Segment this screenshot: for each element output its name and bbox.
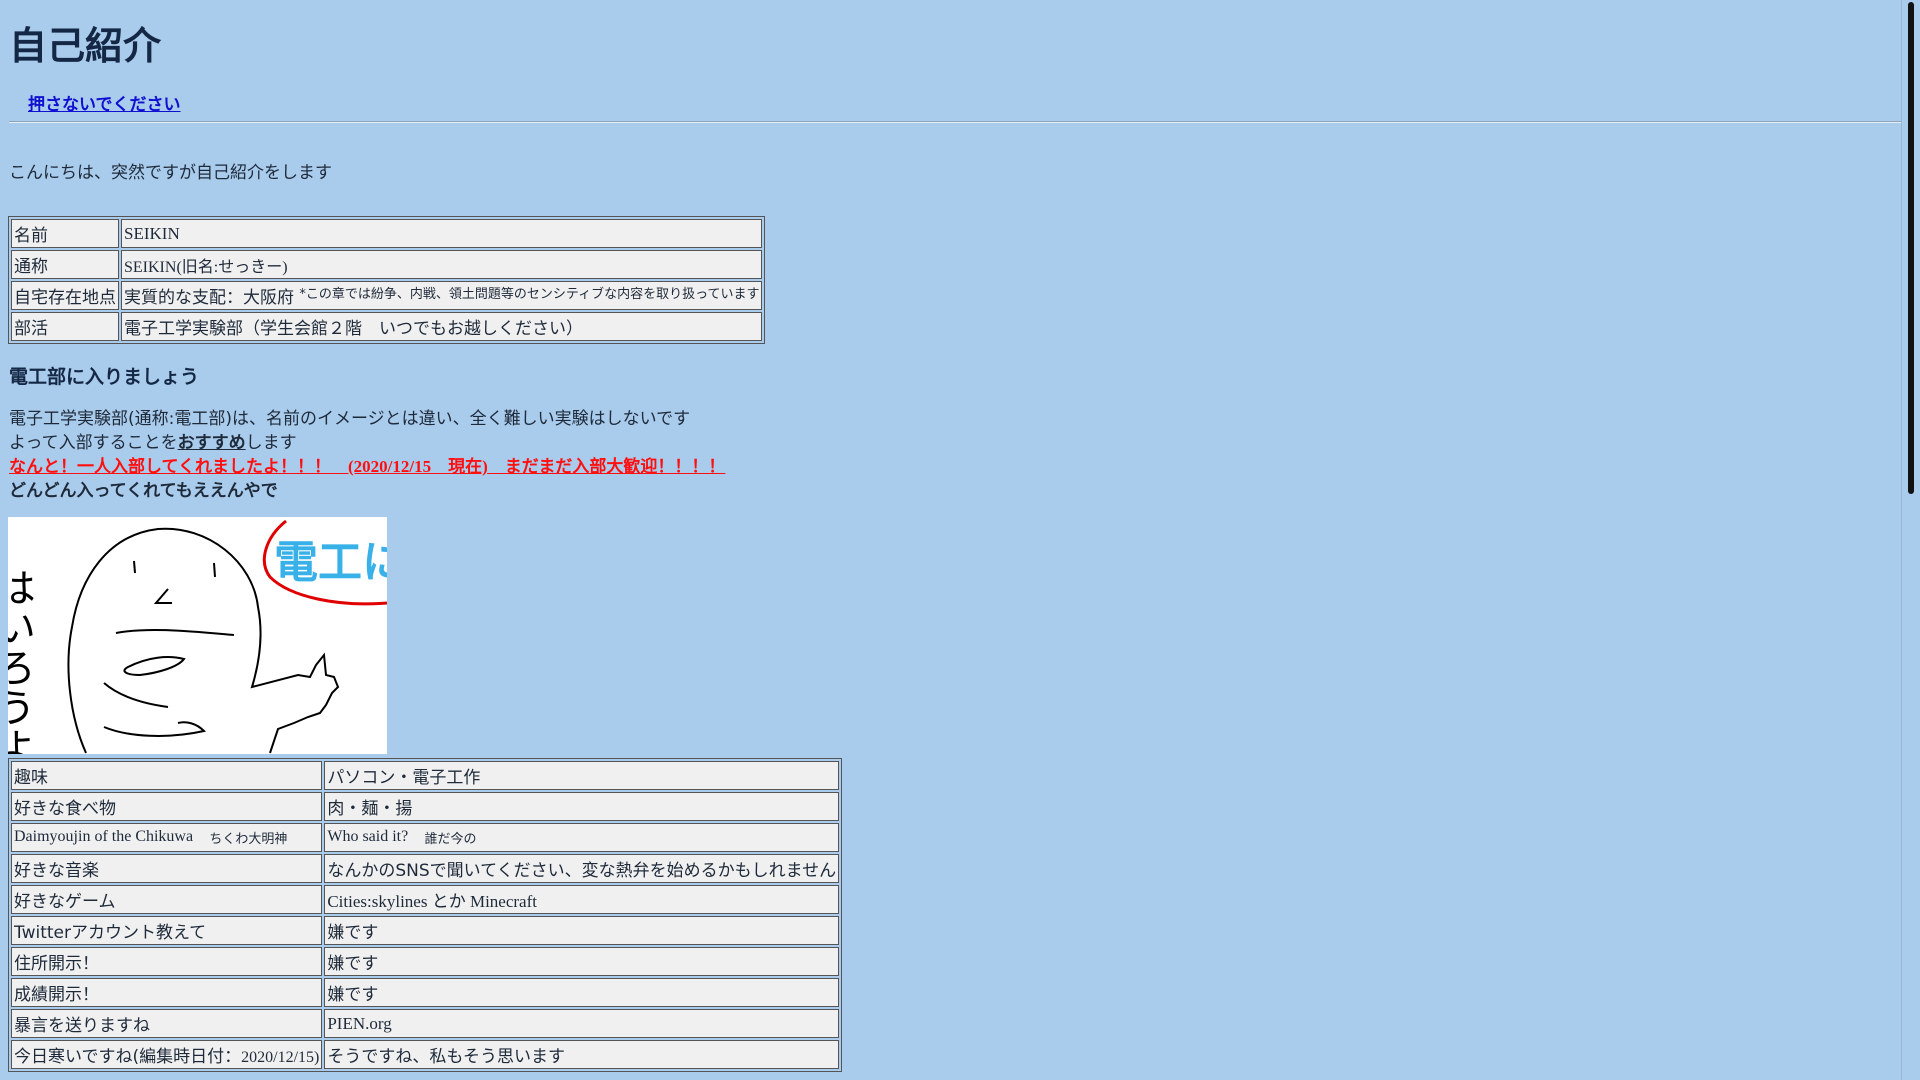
twitter-value: 嫌です: [324, 916, 840, 945]
grades-value: 嫌です: [324, 978, 840, 1007]
hobby-label: 趣味: [11, 761, 323, 790]
alert-date: (2020/12/15 現在): [347, 457, 488, 476]
recommend-text: よって入部することをおすすめします: [9, 431, 297, 455]
table-row: 好きな音楽 なんかのSNSで聞いてください、変な熱弁を始めるかもしれません: [11, 854, 840, 883]
table-row: Daimyoujin of the Chikuwa ちくわ大明神 Who sai…: [11, 823, 840, 852]
club-description: 電子工学実験部(通称:電工部)は、名前のイメージとは違い、全く難しい実験はしない…: [9, 409, 691, 429]
address-value: 嫌です: [324, 947, 840, 976]
table-row: 部活 電子工学実験部（学生会館２階 いつでもお越しください）: [11, 312, 763, 341]
twitter-label: Twitterアカウント教えて: [11, 916, 323, 945]
nose: [153, 588, 172, 604]
vertical-scrollbar[interactable]: [1901, 0, 1920, 1080]
scrollbar-thumb[interactable]: [1908, 2, 1914, 494]
food-label: 好きな食べ物: [11, 792, 323, 821]
profile-label-name: 名前: [11, 219, 119, 248]
hobby-table: 趣味 パソコン・電子工作 好きな食べ物 肉・麺・揚 Daimyoujin of …: [8, 758, 843, 1072]
music-label: 好きな音楽: [11, 854, 323, 883]
profile-value-nickname: SEIKIN(旧名:せっきー): [121, 250, 763, 279]
recommend-before: よって入部することを: [9, 433, 178, 453]
grades-label: 成績開示！: [11, 978, 323, 1007]
profile-label-club: 部活: [11, 312, 119, 341]
table-row: 暴言を送りますね PIEN.org: [11, 1009, 840, 1038]
table-row: 今日寒いですね(編集時日付：2020/12/15) そうですね、私もそう思います: [11, 1040, 840, 1069]
hand: [123, 656, 186, 677]
recommend-after: します: [245, 433, 297, 453]
drawing-svg: 電工に はいろうよ: [8, 519, 387, 754]
page-title: 自己紹介: [9, 24, 162, 68]
cold-date: 2020/12/15): [241, 1049, 320, 1066]
eye-left: [133, 560, 136, 574]
section-heading: 電工部に入りましょう: [9, 366, 200, 388]
who-said-small: 誰だ今の: [424, 831, 477, 847]
dont-push-link[interactable]: 押さないでください: [28, 90, 181, 115]
food-value: 肉・麺・揚: [324, 792, 840, 821]
new-member-alert: なんと！一人入部してくれましたよ！！！ (2020/12/15 現在) まだまだ…: [9, 455, 725, 479]
arm-line: [103, 682, 169, 708]
hobby-value: パソコン・電子工作: [324, 761, 840, 790]
chikuwa-label: Daimyoujin of the Chikuwa ちくわ大明神: [11, 823, 323, 852]
profile-table: 名前 SEIKIN 通称 SEIKIN(旧名:せっきー) 自宅存在地点 実質的な…: [8, 216, 766, 344]
alert-text-a: なんと！一人入部してくれましたよ！！！: [9, 457, 348, 477]
table-row: 通称 SEIKIN(旧名:せっきー): [11, 250, 763, 279]
table-row: 好きなゲーム Cities:skylines とか Minecraft: [11, 885, 840, 914]
table-row: 自宅存在地点 実質的な支配：大阪府 *この章では紛争、内戦、領土問題等のセンシテ…: [11, 281, 763, 310]
who-said-text: Who said it?: [327, 827, 409, 845]
table-row: 成績開示！ 嫌です: [11, 978, 840, 1007]
profile-value-name: SEIKIN: [121, 219, 763, 248]
chikuwa-value: Who said it? 誰だ今の: [324, 823, 840, 852]
home-text: 実質的な支配：大阪府: [124, 288, 294, 308]
table-row: 住所開示！ 嫌です: [11, 947, 840, 976]
table-row: 好きな食べ物 肉・麺・揚: [11, 792, 840, 821]
abuse-label: 暴言を送りますね: [11, 1009, 323, 1038]
chikuwa-text: Daimyoujin of the Chikuwa: [14, 827, 194, 845]
mouth: [115, 628, 235, 636]
profile-label-home: 自宅存在地点: [11, 281, 119, 310]
page: 自己紹介 押さないでください こんにちは、突然ですが自己紹介をします 名前 SE…: [0, 0, 1901, 1080]
intro-text: こんにちは、突然ですが自己紹介をします: [9, 163, 332, 183]
cold-text: 今日寒いですね(編集時日付：: [14, 1047, 242, 1067]
lower-hand: [103, 721, 206, 737]
game-value: Cities:skylines とか Minecraft: [324, 885, 840, 914]
profile-value-home: 実質的な支配：大阪府 *この章では紛争、内戦、領土問題等のセンシティブな内容を取…: [121, 281, 763, 310]
abuse-value: PIEN.org: [324, 1009, 840, 1038]
recommend-emphasis: おすすめ: [177, 433, 246, 453]
drawing-left-text: はいろうよ: [8, 567, 35, 754]
music-value: なんかのSNSで聞いてください、変な熱弁を始めるかもしれません: [324, 854, 840, 883]
home-note: *この章では紛争、内戦、領土問題等のセンシティブな内容を取り扱っています: [299, 287, 760, 302]
hand-drawn-image: 電工に はいろうよ: [8, 517, 387, 754]
alert-text-b: まだまだ入部大歓迎！！！！: [487, 457, 726, 477]
table-row: 趣味 パソコン・電子工作: [11, 761, 840, 790]
profile-value-club: 電子工学実験部（学生会館２階 いつでもお越しください）: [121, 312, 763, 341]
chikuwa-small: ちくわ大明神: [209, 831, 288, 847]
horizontal-rule: [9, 121, 1901, 123]
bubble-text: 電工に: [274, 537, 387, 588]
nickname-text: SEIKIN(旧名:せっきー): [124, 258, 288, 276]
cold-label: 今日寒いですね(編集時日付：2020/12/15): [11, 1040, 323, 1069]
profile-label-nickname: 通称: [11, 250, 119, 279]
eye-right: [213, 562, 216, 578]
game-label: 好きなゲーム: [11, 885, 323, 914]
table-row: Twitterアカウント教えて 嫌です: [11, 916, 840, 945]
table-row: 名前 SEIKIN: [11, 219, 763, 248]
address-label: 住所開示！: [11, 947, 323, 976]
welcome-text: どんどん入ってくれてもええんやで: [9, 481, 278, 501]
cold-value: そうですね、私もそう思います: [324, 1040, 840, 1069]
